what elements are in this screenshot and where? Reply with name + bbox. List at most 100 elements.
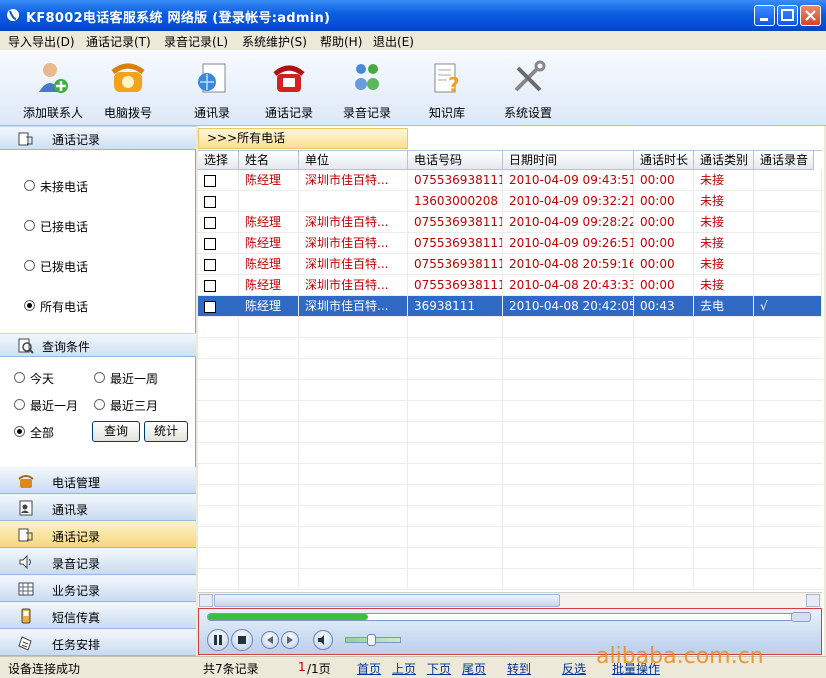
prev-page-link[interactable]: 上页 [392,660,416,677]
cell-recording [754,254,822,275]
col-name[interactable]: 姓名 [239,151,299,170]
row-checkbox[interactable] [204,238,216,250]
volume-knob[interactable] [367,634,376,646]
nav-phone-management[interactable]: 电话管理 [0,467,196,494]
cell-duration: 00:43 [634,296,694,317]
menu-exit[interactable]: 退出(E) [373,33,414,50]
invert-selection-link[interactable]: 反选 [562,660,586,677]
previous-button[interactable] [261,631,279,649]
menu-import-export[interactable]: 导入导出(D) [8,33,75,50]
grid-row-line [198,568,822,569]
cell-phone: 075536938111 [408,170,503,191]
menu-help[interactable]: 帮助(H) [320,33,362,50]
col-company[interactable]: 单位 [299,151,408,170]
next-page-link[interactable]: 下页 [427,660,451,677]
scroll-right-button[interactable] [806,594,820,607]
row-checkbox[interactable] [204,259,216,271]
nav-call-records[interactable]: 通话记录 [0,521,196,548]
phone-icon [18,475,34,488]
radio-last-month[interactable] [14,399,25,410]
record-count: 共7条记录 [203,662,259,676]
recording-button[interactable]: 录音记录 [327,56,407,124]
radio-last-three-months[interactable] [94,399,105,410]
cell-company: 深圳市佳百特... [299,170,408,191]
table-row[interactable]: 陈经理 深圳市佳百特... 075536938111 2010-04-08 20:59… [198,254,822,275]
call-log-button[interactable]: 通话记录 [249,56,329,124]
scroll-left-button[interactable] [199,594,213,607]
close-icon [805,10,816,21]
dial-button[interactable]: 电脑拨号 [88,56,168,124]
page-total: /1页 [307,662,331,676]
nav-address-book[interactable]: 通讯录 [0,494,196,521]
stats-button[interactable]: 统计 [144,421,188,442]
col-phone[interactable]: 电话号码 [408,151,503,170]
row-checkbox[interactable] [204,196,216,208]
scroll-thumb[interactable] [214,594,560,607]
table-row[interactable]: 陈经理 深圳市佳百特... 075536938111 2010-04-09 09:26… [198,233,822,254]
radio-today[interactable] [14,372,25,383]
settings-button[interactable]: 系统设置 [488,56,568,124]
radio-missed-calls-label: 未接电话 [40,180,89,194]
radio-missed-calls[interactable] [24,180,35,191]
address-book-button[interactable]: 通讯录 [172,56,252,124]
radio-last-three-months-label: 最近三月 [110,399,159,413]
previous-icon [267,636,273,644]
nav-sms-fax[interactable]: 短信传真 [0,602,196,629]
row-checkbox[interactable] [204,175,216,187]
mute-button[interactable] [313,630,333,650]
next-button[interactable] [281,631,299,649]
minimize-button[interactable] [754,5,775,26]
volume-slider[interactable] [345,634,401,646]
col-recording[interactable]: 通话录音 [754,151,814,170]
radio-dialed-calls[interactable] [24,260,35,271]
cell-name: 陈经理 [239,233,299,254]
radio-all[interactable] [14,426,25,437]
stop-button[interactable] [231,629,253,651]
menu-call-records[interactable]: 通话记录(T) [86,33,151,50]
cell-name: 陈经理 [239,170,299,191]
row-checkbox[interactable] [204,217,216,229]
maximize-button[interactable] [777,5,798,26]
nav-task-schedule[interactable]: 任务安排 [0,629,196,656]
cell-duration: 00:00 [634,254,694,275]
row-checkbox[interactable] [204,280,216,292]
table-row[interactable]: 陈经理 深圳市佳百特... 075536938111 2010-04-09 09:43… [198,170,822,191]
first-page-link[interactable]: 首页 [357,660,381,677]
table-row[interactable]: 13603000208 2010-04-09 09:32:21 00:00 未接 [198,191,822,212]
goto-page-link[interactable]: 转到 [507,660,531,677]
col-call-type[interactable]: 通话类别 [694,151,754,170]
menu-system-maintenance[interactable]: 系统维护(S) [242,33,307,50]
cell-datetime: 2010-04-08 20:59:16 [503,254,634,275]
nav-recordings[interactable]: 录音记录 [0,548,196,575]
add-contact-button[interactable]: 添加联系人 [13,56,93,124]
last-page-link[interactable]: 尾页 [462,660,486,677]
table-row[interactable]: 陈经理 深圳市佳百特... 36938111 2010-04-08 20:42:05 0… [198,296,822,317]
seek-track[interactable] [207,613,807,621]
radio-all-calls[interactable] [24,300,35,311]
cell-phone: 13603000208 [408,191,503,212]
phone-dial-icon [111,63,145,92]
cell-company: 深圳市佳百特... [299,233,408,254]
knowledge-base-button[interactable]: ? 知识库 [407,56,487,124]
table-row[interactable]: 陈经理 深圳市佳百特... 075536938111 2010-04-08 20:43… [198,275,822,296]
row-checkbox[interactable] [204,301,216,313]
close-button[interactable] [800,5,821,26]
horizontal-scrollbar[interactable] [198,592,822,608]
col-duration[interactable]: 通话时长 [634,151,694,170]
table-row[interactable]: 陈经理 深圳市佳百特... 075536938111 2010-04-09 09:28… [198,212,822,233]
seek-end-button[interactable] [791,612,811,622]
nav-business-records[interactable]: 业务记录 [0,575,196,602]
radio-last-week[interactable] [94,372,105,383]
cell-company: 深圳市佳百特... [299,275,408,296]
mobile-phone-icon [21,608,31,624]
page-current: 1 [298,660,306,674]
contact-card-icon [19,500,33,516]
query-button[interactable]: 查询 [92,421,140,442]
cell-name: 陈经理 [239,212,299,233]
radio-received-calls[interactable] [24,220,35,231]
col-select[interactable]: 选择 [198,151,239,170]
pause-button[interactable] [207,629,229,651]
menu-recordings[interactable]: 录音记录(L) [164,33,228,50]
toolbar: 添加联系人 电脑拨号 通讯录 通话记录 录音记录 ? 知识库 系统设置 [0,50,826,126]
col-datetime[interactable]: 日期时间 [503,151,634,170]
